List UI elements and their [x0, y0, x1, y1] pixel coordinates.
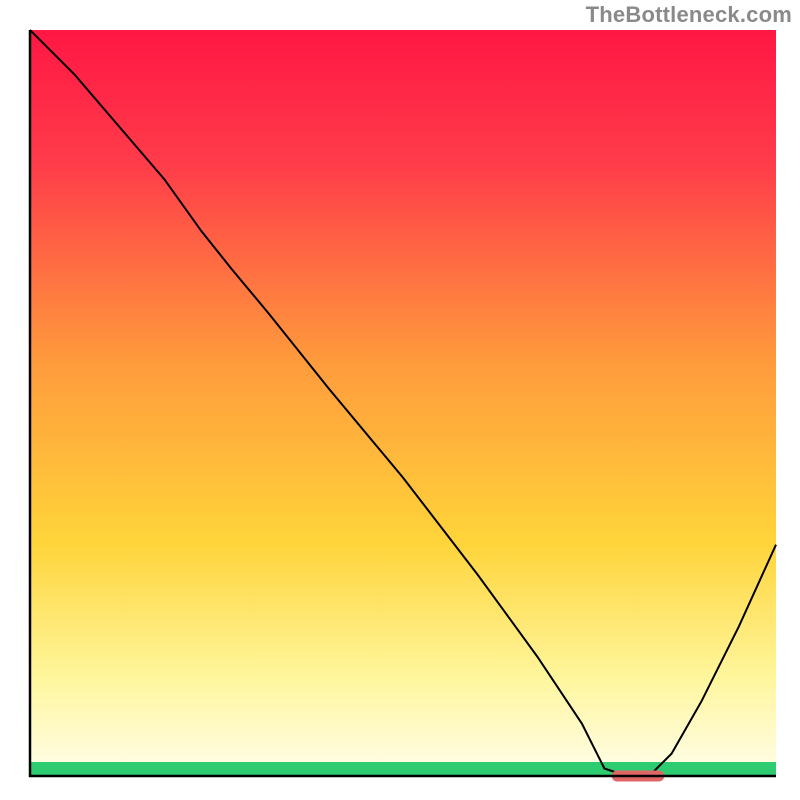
chart-container: TheBottleneck.com	[0, 0, 800, 800]
plot-area	[30, 30, 776, 762]
green-band	[30, 762, 776, 776]
chart-svg	[0, 0, 800, 800]
